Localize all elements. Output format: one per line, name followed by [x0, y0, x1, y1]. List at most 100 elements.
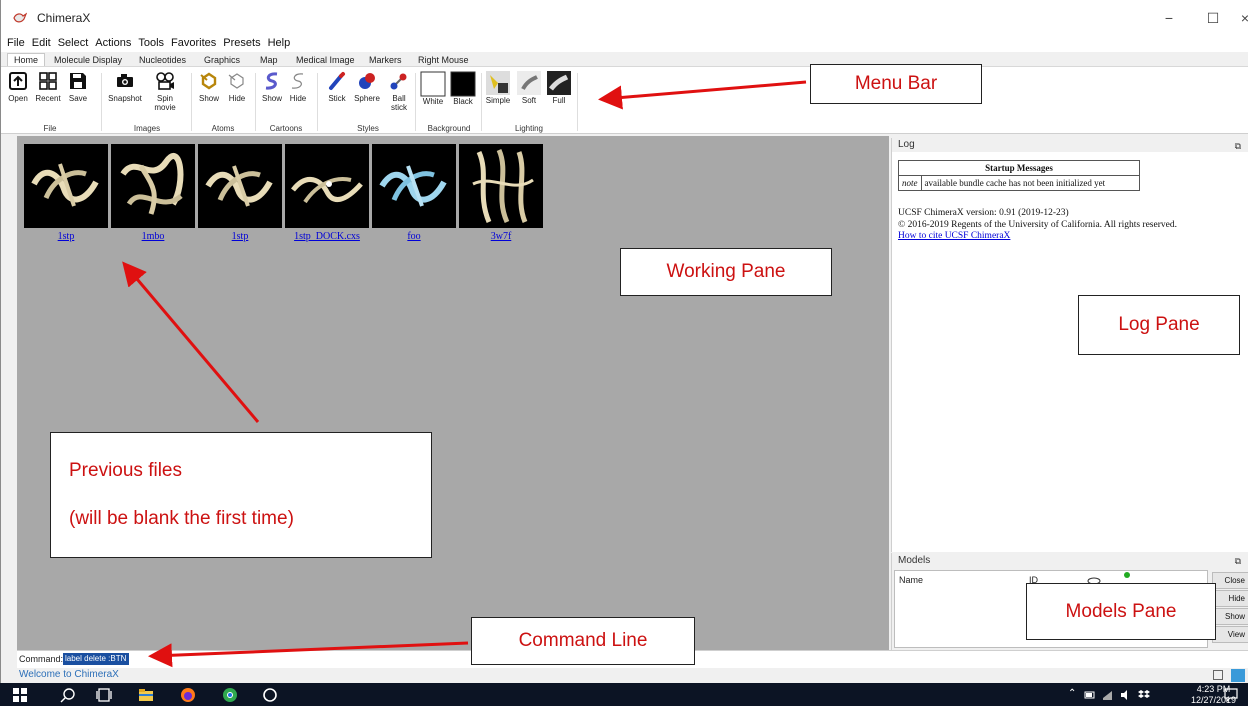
tab-right-mouse[interactable]: Right Mouse [411, 53, 476, 66]
windows-start-icon[interactable] [12, 687, 28, 703]
models-close-button[interactable]: Close [1212, 572, 1248, 589]
atoms-show-button[interactable]: Show [195, 71, 223, 103]
toolbar-tabs: Home Molecule Display Nucleotides Graphi… [1, 52, 1248, 66]
notification-icon[interactable] [1224, 688, 1238, 702]
left-dock-strip [5, 136, 17, 650]
toolbar-separator [481, 73, 482, 131]
menu-help[interactable]: Help [268, 37, 291, 49]
previous-file-thumbnail[interactable] [459, 144, 543, 228]
previous-file-link[interactable]: 1stp [16, 231, 116, 242]
black-background-button[interactable]: Black [449, 71, 477, 106]
windows-taskbar: ⌃ 4:23 PM 12/27/2019 [0, 683, 1248, 706]
minimize-button[interactable]: − [1149, 6, 1189, 30]
models-view-button[interactable]: View [1212, 626, 1248, 643]
previous-file-thumbnail[interactable] [372, 144, 456, 228]
spin-movie-button[interactable]: Spin movie [147, 71, 183, 112]
atoms-show-label: Show [198, 94, 219, 103]
open-button[interactable]: Open [3, 71, 33, 103]
menu-edit[interactable]: Edit [32, 37, 51, 49]
previous-file-link[interactable]: 1stp_DOCK.cxs [277, 231, 377, 242]
protein-structure-image [205, 165, 273, 207]
file-explorer-icon[interactable] [138, 687, 154, 703]
close-button[interactable]: × [1225, 6, 1248, 30]
command-input[interactable]: label delete :BTN [63, 653, 129, 665]
task-view-icon[interactable] [96, 687, 112, 703]
full-lighting-button[interactable]: Full [545, 71, 573, 105]
tray-chevron-icon[interactable]: ⌃ [1068, 688, 1076, 699]
cartoons-hide-label: Hide [289, 94, 307, 103]
chimerax-taskbar-icon[interactable] [262, 687, 278, 703]
menu-file[interactable]: File [7, 37, 25, 49]
startup-messages-header: Startup Messages [898, 160, 1140, 176]
models-hide-button[interactable]: Hide [1212, 590, 1248, 607]
snapshot-button[interactable]: Snapshot [105, 71, 145, 103]
group-label-atoms: Atoms [211, 124, 235, 133]
menu-select[interactable]: Select [58, 37, 89, 49]
models-title: Models [898, 555, 931, 566]
previous-file-link[interactable]: 1mbo [103, 231, 203, 242]
protein-structure-image [120, 153, 184, 215]
battery-icon[interactable] [1084, 689, 1096, 701]
graphics-status-icon[interactable] [1231, 669, 1245, 682]
chrome-canary-icon[interactable] [222, 687, 238, 703]
undock-icon[interactable]: ⧉ [1235, 139, 1241, 153]
dropbox-icon[interactable] [1138, 689, 1150, 701]
previous-file-link[interactable]: 1stp [190, 231, 290, 242]
version-text: UCSF ChimeraX version: 0.91 (2019-12-23) [898, 208, 1069, 218]
soft-label: Soft [521, 96, 537, 105]
log-pane-callout-text: Log Pane [1118, 314, 1200, 335]
cartoons-hide-button[interactable]: Hide [285, 71, 311, 103]
wifi-icon[interactable] [1102, 689, 1114, 701]
save-button[interactable]: Save [63, 71, 93, 103]
cartoons-show-button[interactable]: Show [259, 71, 285, 103]
cite-link[interactable]: How to cite UCSF ChimeraX [898, 231, 1010, 241]
menu-favorites[interactable]: Favorites [171, 37, 216, 49]
group-label-images: Images [133, 124, 161, 133]
menu-actions[interactable]: Actions [95, 37, 131, 49]
menu-tools[interactable]: Tools [138, 37, 164, 49]
previous-file-thumbnail[interactable] [24, 144, 108, 228]
group-label-background: Background [427, 124, 471, 133]
previous-file-thumbnail[interactable] [198, 144, 282, 228]
soft-lighting-button[interactable]: Soft [515, 71, 543, 105]
recent-button[interactable]: Recent [33, 71, 63, 103]
tab-markers[interactable]: Markers [362, 53, 409, 66]
firefox-icon[interactable] [180, 687, 196, 703]
atoms-hide-button[interactable]: Hide [223, 71, 251, 103]
menu-bar: File Edit Select Actions Tools Favorites… [1, 34, 1248, 52]
models-show-button[interactable]: Show [1212, 608, 1248, 625]
search-icon[interactable] [60, 687, 76, 703]
previous-file-thumbnail[interactable] [285, 144, 369, 228]
menu-bar-callout: Menu Bar [810, 64, 982, 104]
simple-lighting-button[interactable]: Simple [483, 71, 513, 105]
models-pane-callout-text: Models Pane [1065, 600, 1177, 622]
tab-home[interactable]: Home [7, 53, 46, 66]
previous-file-link[interactable]: foo [364, 231, 464, 242]
tab-nucleotides[interactable]: Nucleotides [132, 53, 193, 66]
previous-file-link[interactable]: 3w7f [451, 231, 551, 242]
atoms-show-icon [200, 72, 217, 90]
status-icon[interactable] [1213, 670, 1223, 680]
tab-map[interactable]: Map [253, 53, 285, 66]
black-label: Black [453, 97, 473, 106]
volume-icon[interactable] [1120, 689, 1132, 701]
stick-button[interactable]: Stick [323, 71, 351, 103]
sphere-button[interactable]: Sphere [351, 71, 383, 103]
full-label: Full [552, 96, 566, 105]
startup-messages-table: Startup Messages note available bundle c… [898, 160, 1140, 191]
tab-medical-image[interactable]: Medical Image [289, 53, 362, 66]
menu-presets[interactable]: Presets [223, 37, 260, 49]
simple-lighting-icon [486, 71, 510, 95]
working-pane[interactable]: 1stp 1mbo 1stp 1stp_DOCK.cxs foo 3w7f [17, 136, 889, 650]
stick-icon [329, 72, 345, 90]
models-name-column: Name [899, 575, 924, 585]
tab-molecule-display[interactable]: Molecule Display [47, 53, 129, 66]
white-background-button[interactable]: White [419, 71, 447, 106]
protein-structure-image [31, 163, 99, 207]
chimerax-logo-icon [13, 12, 27, 23]
undock-icon[interactable]: ⧉ [1235, 554, 1241, 569]
tab-graphics[interactable]: Graphics [197, 53, 247, 66]
log-pane-callout: Log Pane [1078, 295, 1240, 355]
previous-file-thumbnail[interactable] [111, 144, 195, 228]
ball-stick-button[interactable]: Ball stick [385, 71, 413, 112]
